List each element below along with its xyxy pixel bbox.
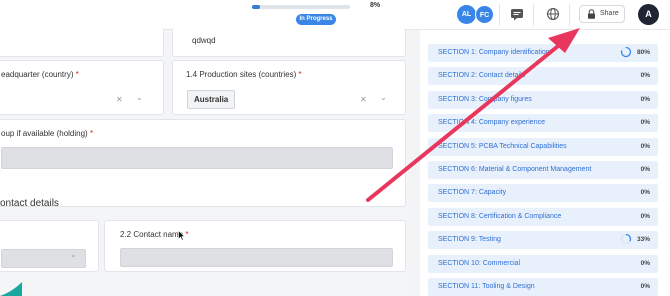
section-label: SECTION 2: Contact details	[438, 72, 526, 80]
hq-country-card: eadquarter (country) * ✕ ⌄	[0, 60, 164, 115]
progress-ring-icon	[620, 46, 632, 58]
section-label: SECTION 8: Certification & Compliance	[438, 212, 562, 220]
section-label: SECTION 3: Company figures	[438, 95, 532, 103]
divider	[499, 4, 500, 26]
section-percent: 0%	[640, 119, 650, 127]
section-label: SECTION 10: Commercial	[438, 259, 521, 267]
contact-name-input[interactable]	[120, 248, 393, 267]
field-value: qdwqd	[192, 36, 216, 45]
production-site-chip[interactable]: Australia	[187, 90, 236, 109]
section-item[interactable]: SECTION 8: Certification & Compliance 0%	[428, 207, 658, 226]
status-badge: In Progress	[296, 14, 336, 25]
progress-percent: 8%	[370, 2, 381, 9]
section-item[interactable]: SECTION 5: PCBA Technical Capabilities 0%	[428, 137, 658, 156]
section-label: SECTION 11: Tooling & Design	[438, 283, 535, 290]
group-input[interactable]	[1, 147, 393, 169]
section-item[interactable]: SECTION 9: Testing 33%	[428, 231, 658, 250]
progress-bar	[252, 5, 350, 9]
section-heading: ontact details	[0, 198, 59, 209]
chevron-down-icon[interactable]: ⌄	[70, 250, 77, 259]
section-percent: 80%	[636, 49, 650, 56]
section-label: SECTION 9: Testing	[438, 236, 501, 244]
contact-name-card: 2.2 Contact name *	[104, 220, 406, 272]
group-card: oup if available (holding) *	[0, 119, 406, 207]
section-percent: 33%	[636, 236, 650, 244]
clear-x-icon[interactable]: ✕	[360, 95, 367, 104]
section-label: SECTION 7: Capacity	[438, 189, 507, 197]
progress-bar-fill	[252, 5, 260, 9]
section-label: SECTION 5: PCBA Technical Capabilities	[438, 142, 567, 150]
chat-icon[interactable]	[510, 7, 524, 21]
section-label: SECTION 6: Material & Component Manageme…	[438, 166, 592, 173]
section-percent: 0%	[640, 166, 650, 173]
section-item[interactable]: SECTION 7: Capacity 0%	[428, 184, 658, 203]
mouse-cursor-icon	[178, 230, 185, 241]
section-percent: 0%	[640, 189, 650, 197]
group-label: oup if available (holding) *	[1, 129, 94, 138]
hq-country-label: eadquarter (country) *	[1, 70, 79, 79]
top-bar: 8% In Progress AL FC Share A	[0, 0, 670, 30]
form-area: qdwqd eadquarter (country) * ✕ ⌄ 1.4 Pro…	[0, 28, 408, 296]
sections-panel: SECTION 1: Company identification 80% SECT…	[420, 30, 670, 296]
section-item[interactable]: SECTION 4: Company experience 0%	[428, 114, 658, 133]
divider	[533, 4, 534, 26]
avatar-al[interactable]: AL	[457, 5, 476, 24]
section-percent: 0%	[640, 283, 650, 290]
chevron-down-icon[interactable]: ⌄	[380, 93, 387, 102]
clear-x-icon[interactable]: ✕	[116, 95, 123, 104]
section-item[interactable]: SECTION 11: Tooling & Design 0%	[428, 278, 658, 296]
section-label: SECTION 4: Company experience	[438, 119, 545, 127]
section-percent: 0%	[640, 259, 650, 267]
form-card: qdwqd	[172, 28, 406, 57]
chevron-down-icon[interactable]: ⌄	[136, 93, 143, 102]
contact-card: ⌄	[0, 220, 99, 272]
section-item[interactable]: SECTION 3: Company figures 0%	[428, 90, 658, 109]
section-percent: 0%	[640, 142, 650, 150]
globe-icon[interactable]	[546, 7, 560, 21]
section-label: SECTION 1: Company identification	[438, 49, 550, 56]
section-item[interactable]: SECTION 1: Company identification 80%	[428, 44, 658, 62]
section-item[interactable]: SECTION 10: Commercial 0%	[428, 254, 658, 273]
production-sites-card: 1.4 Production sites (countries) * Austr…	[172, 60, 406, 115]
teal-shape	[0, 282, 22, 296]
production-sites-label: 1.4 Production sites (countries) *	[186, 70, 302, 79]
divider	[569, 4, 570, 26]
lock-icon	[588, 9, 595, 19]
section-item[interactable]: SECTION 6: Material & Component Manageme…	[428, 161, 658, 179]
progress-ring-icon	[620, 234, 632, 245]
share-label: Share	[600, 10, 619, 17]
section-percent: 0%	[640, 212, 650, 220]
section-percent: 0%	[640, 95, 650, 103]
form-card	[0, 28, 164, 57]
avatar-fc[interactable]: FC	[475, 5, 494, 24]
user-avatar[interactable]: A	[638, 4, 659, 25]
section-item[interactable]: SECTION 2: Contact details 0%	[428, 67, 658, 86]
section-percent: 0%	[640, 72, 650, 80]
share-button[interactable]: Share	[579, 5, 625, 23]
